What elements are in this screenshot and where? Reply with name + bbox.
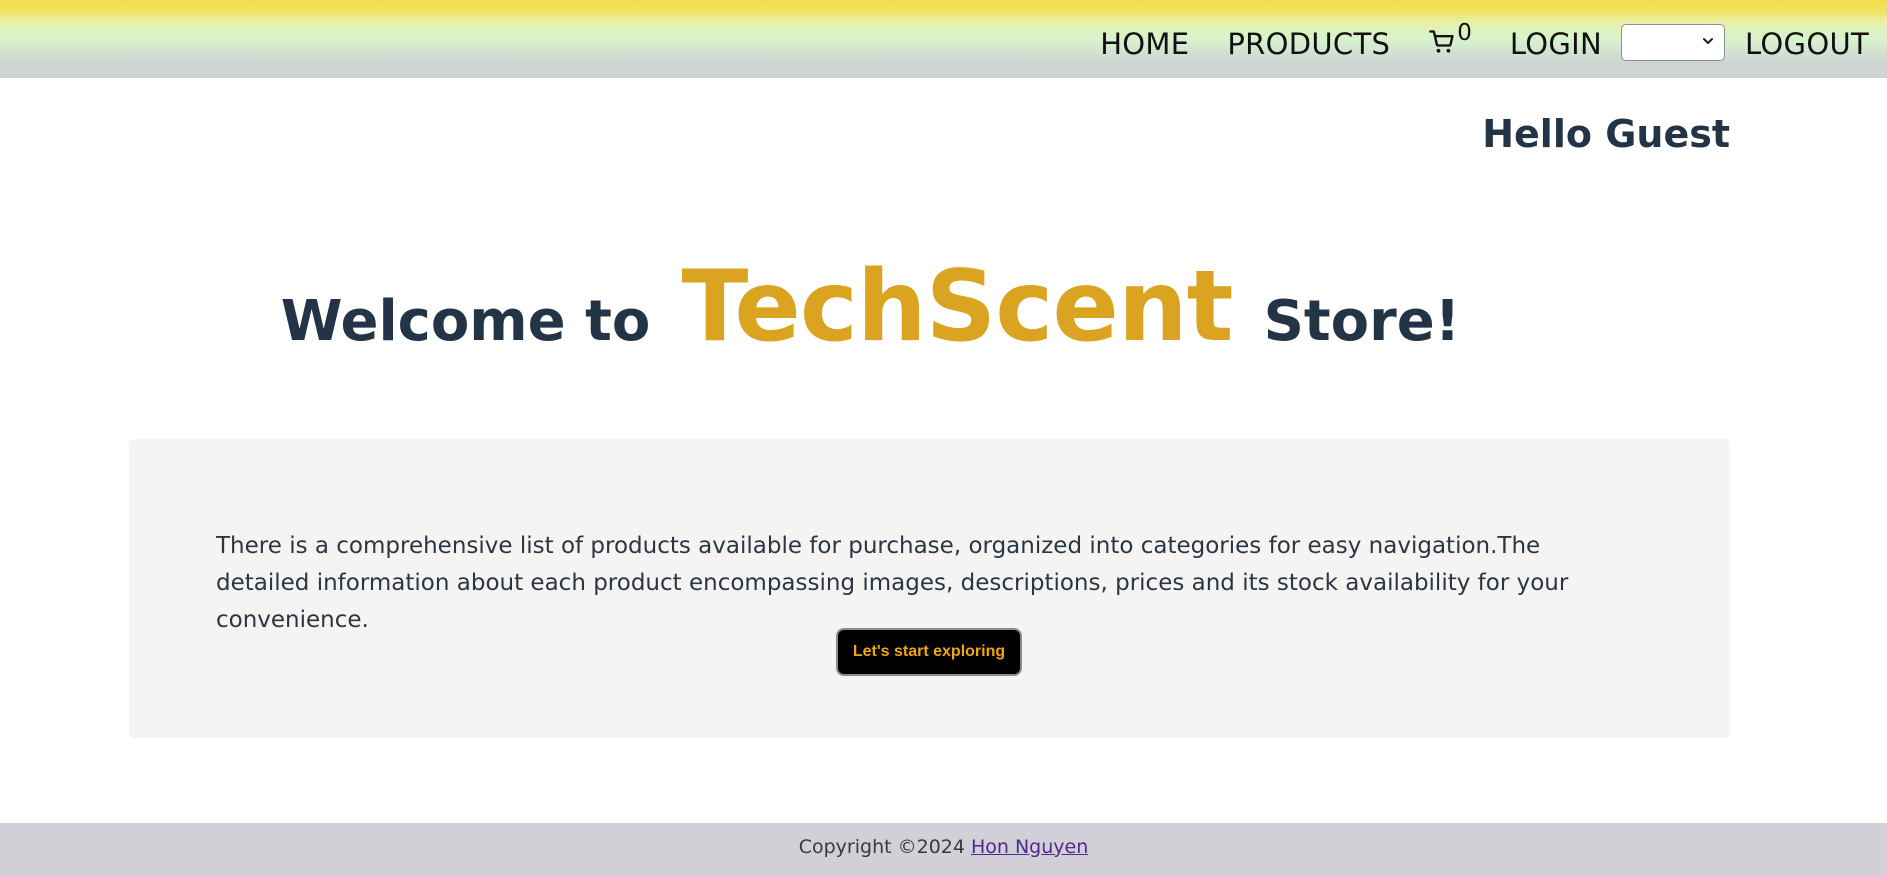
chevron-down-icon [1703, 37, 1713, 44]
nav-logout-link[interactable]: LOGOUT [1745, 20, 1869, 59]
welcome-heading: Welcome to TechScent Store! [0, 250, 1814, 364]
nav-login-link[interactable]: LOGIN [1510, 20, 1602, 59]
start-exploring-button[interactable]: Let's start exploring [836, 628, 1022, 676]
shopping-cart-icon [1429, 30, 1454, 53]
nav-products-link[interactable]: PRODUCTS [1227, 20, 1390, 59]
user-greeting: Hello Guest [1482, 112, 1730, 156]
nav-home-link[interactable]: HOME [1100, 20, 1189, 59]
intro-text: There is a comprehensive list of product… [216, 533, 1569, 633]
page-footer: Copyright ©2024 Hon Nguyen [0, 823, 1887, 877]
language-select[interactable] [1621, 23, 1725, 61]
welcome-suffix: Store! [1263, 289, 1461, 354]
cart-count-badge: 0 [1457, 20, 1472, 46]
cart-button[interactable]: 0 [1428, 20, 1472, 56]
welcome-prefix: Welcome to [280, 289, 651, 354]
brand-name: TechScent [681, 250, 1234, 364]
intro-card: There is a comprehensive list of product… [129, 439, 1730, 738]
top-navbar: HOME PRODUCTS 0 LOGIN LOGOUT [0, 0, 1887, 78]
author-link[interactable]: Hon Nguyen [971, 836, 1088, 858]
copyright-text: Copyright ©2024 [798, 835, 965, 858]
